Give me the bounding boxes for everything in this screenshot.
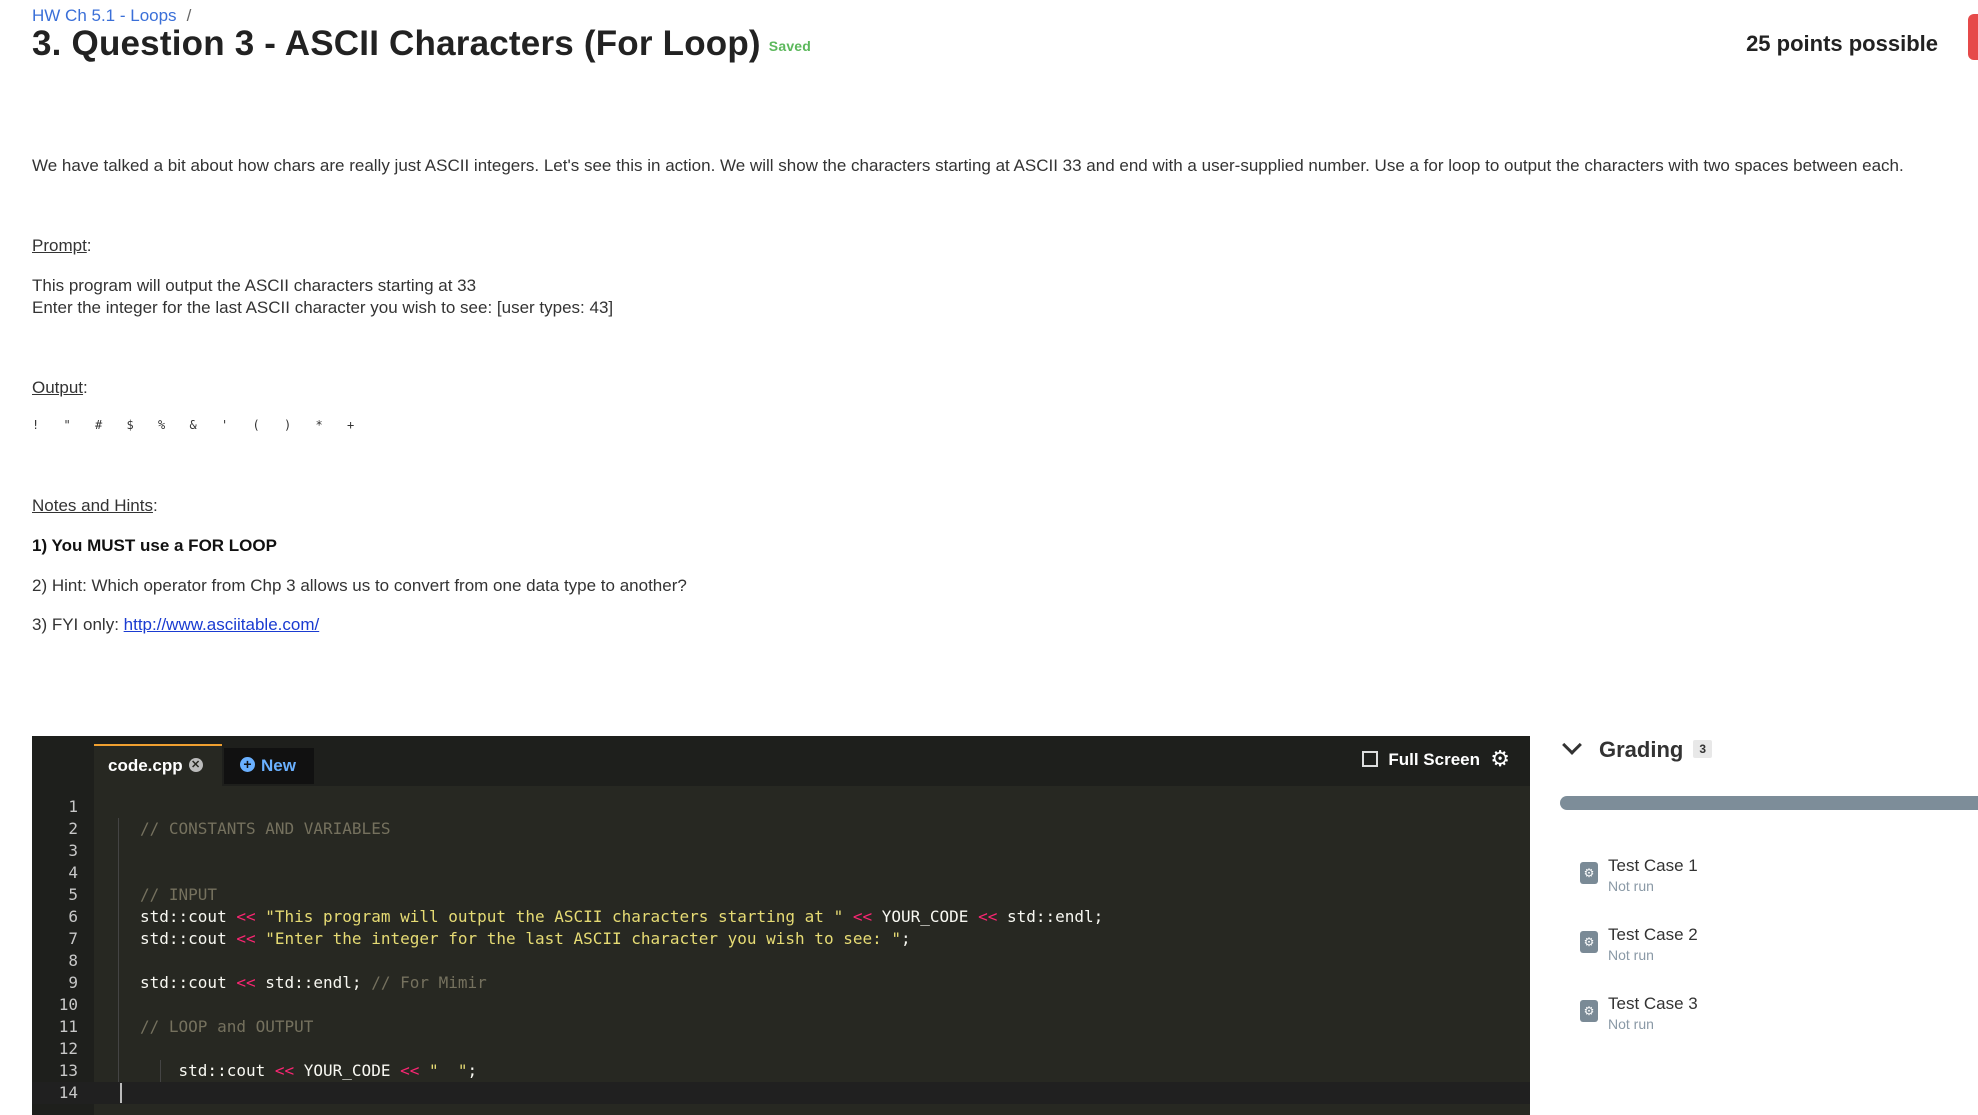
- output-heading-label: Output: [32, 378, 84, 397]
- code-text[interactable]: std::cout << std::endl; // For Mimir: [140, 972, 487, 994]
- code-line[interactable]: 10: [32, 994, 1530, 1016]
- output-char: #: [95, 418, 103, 432]
- line-number: 12: [58, 1039, 78, 1058]
- code-line[interactable]: 11 // LOOP and OUTPUT: [32, 1016, 1530, 1038]
- grading-header[interactable]: Grading 3: [1562, 735, 1713, 763]
- indent-guide: [160, 1060, 161, 1082]
- new-file-button[interactable]: + New: [224, 748, 314, 784]
- code-text[interactable]: std::cout << "Enter the integer for the …: [140, 928, 911, 950]
- line-number: 1: [68, 797, 78, 816]
- prompt-heading-label: Prompt: [32, 236, 87, 255]
- line-number: 10: [58, 995, 78, 1014]
- line-number: 14: [58, 1083, 78, 1102]
- code-line[interactable]: 7 std::cout << "Enter the integer for the…: [32, 928, 1530, 950]
- page-title-text: 3. Question 3 - ASCII Characters (For Lo…: [32, 24, 761, 63]
- code-line[interactable]: 12: [32, 1038, 1530, 1060]
- output-sample: ! " # $% & ' () * +: [32, 418, 379, 432]
- code-text[interactable]: std::cout << "This program will output t…: [140, 906, 1103, 928]
- line-number: 2: [68, 819, 78, 838]
- output-char: +: [347, 418, 355, 432]
- prompt-heading: Prompt:: [32, 236, 92, 255]
- line-number: 13: [58, 1061, 78, 1080]
- output-char: $: [126, 418, 134, 432]
- line-number: 8: [68, 951, 78, 970]
- notes-heading: Notes and Hints:: [32, 496, 158, 515]
- side-tab-button[interactable]: [1968, 14, 1978, 60]
- output-char: *: [315, 418, 323, 432]
- output-char: &: [189, 418, 197, 432]
- code-line[interactable]: 13 std::cout << YOUR_CODE << " ";: [32, 1060, 1530, 1082]
- fullscreen-button[interactable]: Full Screen: [1362, 750, 1480, 770]
- line-number: 4: [68, 863, 78, 882]
- code-line[interactable]: 2 // CONSTANTS AND VARIABLES: [32, 818, 1530, 840]
- code-line[interactable]: 8: [32, 950, 1530, 972]
- code-editor[interactable]: code.cpp ✕ + New Full Screen ⚙ 1 2// CONSTA…: [32, 736, 1530, 1115]
- grading-title: Grading: [1599, 737, 1684, 762]
- intro-text: We have talked a bit about how chars are…: [32, 156, 1904, 175]
- settings-gear-icon[interactable]: ⚙: [1490, 746, 1510, 772]
- output-char: (: [252, 418, 260, 432]
- code-text[interactable]: std::cout << YOUR_CODE << " ";: [140, 1060, 478, 1082]
- test-case-status: Not run: [1608, 1016, 1654, 1032]
- test-gear-icon: ⚙: [1580, 862, 1598, 884]
- new-file-label: New: [261, 756, 296, 775]
- ascii-table-link[interactable]: http://www.asciitable.com/: [124, 615, 320, 634]
- fullscreen-label: Full Screen: [1388, 750, 1480, 769]
- points-possible: 25 points possible: [1746, 31, 1938, 56]
- code-line[interactable]: 5 // INPUT: [32, 884, 1530, 906]
- test-case-name: Test Case 2: [1608, 925, 1698, 944]
- code-line[interactable]: 14: [32, 1082, 1530, 1104]
- line-number: 11: [58, 1017, 78, 1036]
- test-case-status: Not run: [1608, 947, 1654, 963]
- test-case-name: Test Case 3: [1608, 994, 1698, 1013]
- output-heading: Output:: [32, 378, 88, 397]
- code-text[interactable]: // INPUT: [140, 884, 217, 906]
- code-line[interactable]: 9 std::cout << std::endl; // For Mimir: [32, 972, 1530, 994]
- note-3: 3) FYI only: http://www.asciitable.com/: [32, 615, 319, 635]
- prompt-line-2: Enter the integer for the last ASCII cha…: [32, 298, 614, 317]
- code-line[interactable]: 3: [32, 840, 1530, 862]
- test-case-status: Not run: [1608, 878, 1654, 894]
- grading-progress-bar: [1560, 796, 1978, 810]
- line-number: 6: [68, 907, 78, 926]
- output-char: ': [221, 418, 229, 432]
- line-number: 3: [68, 841, 78, 860]
- breadcrumb-link[interactable]: HW Ch 5.1 - Loops: [32, 6, 177, 25]
- note-1: 1) You MUST use a FOR LOOP: [32, 536, 277, 555]
- tab-code-cpp[interactable]: code.cpp ✕: [94, 744, 222, 788]
- line-number: 5: [68, 885, 78, 904]
- line-number: 9: [68, 973, 78, 992]
- prompt-line-1: This program will output the ASCII chara…: [32, 276, 477, 295]
- code-line[interactable]: 6 std::cout << "This program will output …: [32, 906, 1530, 928]
- chevron-down-icon[interactable]: [1562, 735, 1582, 755]
- output-char: ": [63, 418, 71, 432]
- code-line[interactable]: 4: [32, 862, 1530, 884]
- indent-guide: [118, 818, 119, 1082]
- line-number: 7: [68, 929, 78, 948]
- notes-heading-label: Notes and Hints: [32, 496, 153, 515]
- fullscreen-icon: [1362, 750, 1379, 767]
- text-cursor: [120, 1083, 122, 1103]
- breadcrumb-separator: /: [186, 6, 192, 25]
- note-2: 2) Hint: Which operator from Chp 3 allow…: [32, 576, 687, 595]
- plus-circle-icon: +: [240, 757, 255, 773]
- breadcrumb: HW Ch 5.1 - Loops /: [32, 6, 191, 26]
- output-char: ): [284, 418, 292, 432]
- test-case-name: Test Case 1: [1608, 856, 1698, 875]
- output-char: %: [158, 418, 166, 432]
- note-3-prefix: 3) FYI only:: [32, 615, 124, 634]
- code-text[interactable]: // LOOP and OUTPUT: [140, 1016, 313, 1038]
- file-tab-label: code.cpp: [108, 756, 183, 775]
- test-count-badge: 3: [1693, 740, 1713, 759]
- page-title: 3. Question 3 - ASCII Characters (For Lo…: [32, 24, 811, 64]
- test-gear-icon: ⚙: [1580, 931, 1598, 953]
- output-char: !: [32, 418, 40, 432]
- code-text[interactable]: // CONSTANTS AND VARIABLES: [140, 818, 390, 840]
- test-gear-icon: ⚙: [1580, 1000, 1598, 1022]
- code-line[interactable]: 1: [32, 796, 1530, 818]
- saved-status: Saved: [768, 37, 812, 54]
- close-tab-icon[interactable]: ✕: [188, 757, 203, 772]
